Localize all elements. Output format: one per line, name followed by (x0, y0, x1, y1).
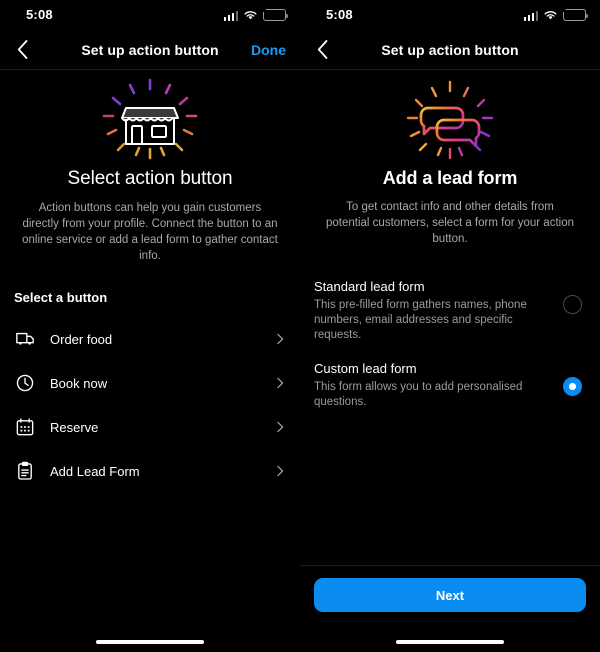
wifi-icon (244, 10, 257, 19)
back-button[interactable] (308, 36, 336, 64)
back-button[interactable] (8, 36, 36, 64)
speech-bubbles-icon (406, 80, 494, 160)
lead-form-options: Standard lead form This pre-filled form … (300, 279, 600, 410)
dual-screenshot-container: 5:08 Set up action button Done Select ac… (0, 0, 600, 652)
next-button[interactable]: Next (314, 578, 586, 612)
status-icons (523, 5, 588, 21)
wifi-icon (544, 10, 557, 19)
calendar-icon (14, 416, 36, 438)
option-description: This pre-filled form gathers names, phon… (314, 299, 527, 341)
status-time: 5:08 (326, 7, 353, 22)
headline-right: Add a lead form (382, 168, 518, 188)
left-screen: 5:08 Set up action button Done Select ac… (0, 0, 300, 652)
hero-illustration-right (300, 76, 600, 164)
option-standard-lead-form[interactable]: Standard lead form This pre-filled form … (300, 279, 600, 343)
chevron-right-icon (277, 377, 284, 389)
radio-custom-lead-form[interactable] (563, 377, 582, 396)
option-title: Standard lead form (314, 279, 425, 294)
section-label-select-a-button: Select a button (14, 290, 108, 305)
delivery-truck-icon (14, 328, 36, 350)
right-screen: 5:08 Set up action button Add a lead for… (300, 0, 600, 652)
list-item-label: Book now (50, 375, 108, 391)
status-bar-right: 5:08 (300, 0, 600, 30)
list-item-label: Order food (50, 331, 113, 347)
list-item-book-now[interactable]: Book now (0, 361, 300, 405)
status-time: 5:08 (26, 7, 53, 22)
chevron-right-icon (277, 333, 284, 345)
action-button-list: Order food Book now Reserve Add Lead For… (0, 317, 300, 493)
cellular-signal-icon (223, 10, 238, 21)
list-item-reserve[interactable]: Reserve (0, 405, 300, 449)
status-icons (223, 5, 288, 21)
battery-charging-icon (561, 5, 588, 21)
list-item-label: Reserve (50, 419, 99, 435)
status-bar-left: 5:08 (0, 0, 300, 30)
clipboard-icon (14, 460, 36, 482)
option-text: Standard lead form This pre-filled form … (314, 279, 563, 343)
hero-illustration-left (0, 76, 300, 164)
lightning-bolt-icon (261, 5, 269, 17)
page-title: Set up action button (381, 41, 519, 58)
lightning-bolt-icon (561, 5, 569, 17)
list-item-order-food[interactable]: Order food (0, 317, 300, 361)
option-title: Custom lead form (314, 361, 417, 376)
headline-left: Select action button (67, 168, 233, 189)
radio-standard-lead-form[interactable] (563, 295, 582, 314)
chevron-right-icon (277, 421, 284, 433)
option-description: This form allows you to add personalised… (314, 381, 523, 408)
home-indicator[interactable] (396, 640, 504, 644)
subtext-left: Action buttons can help you gain custome… (22, 202, 278, 262)
battery-charging-icon (261, 5, 288, 21)
chevron-left-icon (317, 40, 327, 59)
chevron-left-icon (17, 40, 27, 59)
subtext-right: To get contact info and other details fr… (326, 201, 574, 245)
clock-icon (14, 372, 36, 394)
option-custom-lead-form[interactable]: Custom lead form This form allows you to… (300, 361, 600, 410)
chevron-right-icon (277, 465, 284, 477)
list-item-label: Add Lead Form (50, 463, 140, 479)
footer-right: Next (300, 565, 600, 652)
option-text: Custom lead form This form allows you to… (314, 361, 563, 410)
nav-bar-right: Set up action button (300, 30, 600, 70)
nav-bar-left: Set up action button Done (0, 30, 300, 70)
done-button[interactable]: Done (251, 42, 286, 58)
home-indicator[interactable] (96, 640, 204, 644)
home-indicator-area-left (0, 612, 300, 652)
cellular-signal-icon (523, 10, 538, 21)
list-item-add-lead-form[interactable]: Add Lead Form (0, 449, 300, 493)
storefront-icon (102, 78, 198, 160)
